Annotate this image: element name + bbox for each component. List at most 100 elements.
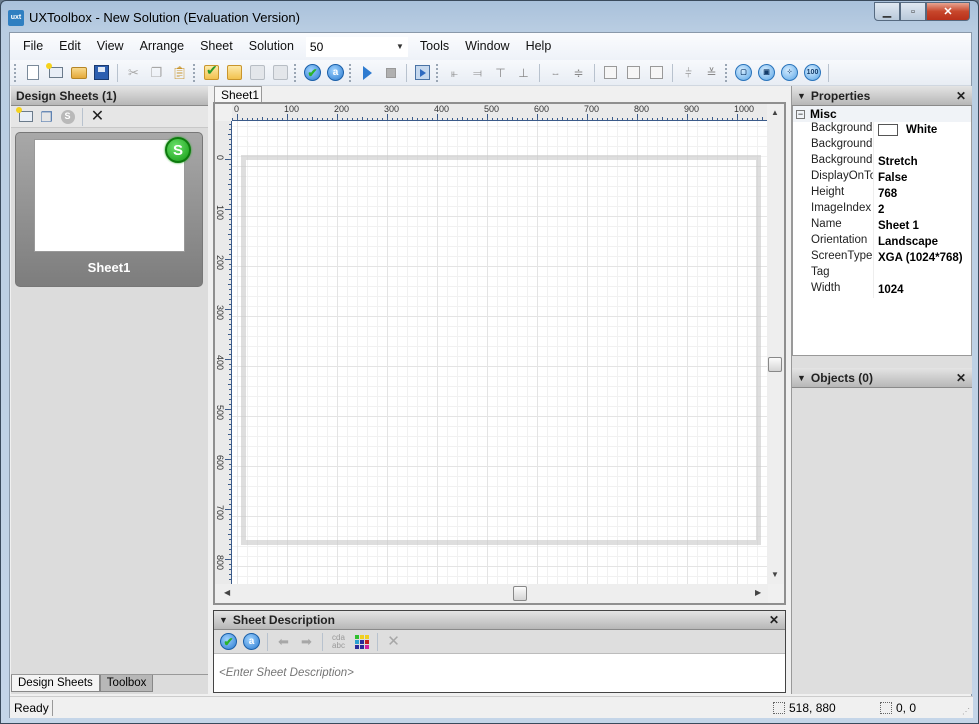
validate-button[interactable] xyxy=(303,63,323,83)
fit-page-button[interactable]: ▢ xyxy=(734,63,754,83)
preview-button[interactable] xyxy=(413,63,433,83)
horizontal-scroll-thumb[interactable] xyxy=(513,586,527,601)
scroll-down-icon[interactable]: ▼ xyxy=(771,570,779,579)
desc-validate-button[interactable] xyxy=(219,632,239,652)
new-sheet-button[interactable] xyxy=(15,107,35,126)
delete-sheet-button[interactable]: ✕ xyxy=(89,108,107,126)
property-value[interactable]: Landscape xyxy=(874,234,938,250)
sheet-blank-button[interactable] xyxy=(225,63,245,83)
property-value[interactable] xyxy=(874,138,878,154)
duplicate-sheet-button[interactable]: ❐ xyxy=(38,108,56,126)
property-value[interactable]: XGA (1024*768) xyxy=(874,250,963,266)
property-value[interactable]: 2 xyxy=(874,202,884,218)
property-row[interactable]: Orientation Landscape xyxy=(793,234,971,250)
property-row[interactable]: BackgroundIı xyxy=(793,138,971,154)
align-bottom-button[interactable]: ⊥ xyxy=(514,63,534,83)
scroll-left-icon[interactable]: ◀ xyxy=(224,588,230,597)
space-horizontal-button[interactable]: ⫩ xyxy=(679,63,699,83)
copy-button[interactable]: ❐ xyxy=(147,63,167,83)
scroll-up-icon[interactable]: ▲ xyxy=(771,108,779,117)
property-value[interactable]: 1024 xyxy=(874,282,904,298)
property-value[interactable]: White xyxy=(874,122,937,138)
center-vertical-button[interactable]: ≑ xyxy=(569,63,589,83)
align-left-button[interactable]: ⫦ xyxy=(445,63,465,83)
sheet-forward-button[interactable] xyxy=(271,63,291,83)
menu-sheet[interactable]: Sheet xyxy=(192,33,241,60)
align-top-button[interactable]: ⊤ xyxy=(491,63,511,83)
close-panel-icon[interactable]: ✕ xyxy=(769,613,779,627)
desc-delete-button[interactable]: ✕ xyxy=(384,632,404,652)
menu-edit[interactable]: Edit xyxy=(51,33,89,60)
horizontal-scrollbar[interactable]: ◀ ▶ xyxy=(215,584,768,603)
desc-annotate-button[interactable]: a xyxy=(242,632,262,652)
collapse-arrow-icon[interactable]: ▼ xyxy=(797,91,806,101)
property-row[interactable]: BackgroundL Stretch xyxy=(793,154,971,170)
property-row[interactable]: ImageIndex 2 xyxy=(793,202,971,218)
minimize-button[interactable]: ▁ xyxy=(874,2,900,21)
color-palette-button[interactable] xyxy=(352,632,372,652)
menu-solution[interactable]: Solution xyxy=(241,33,302,60)
property-value[interactable]: Stretch xyxy=(874,154,918,170)
new-sheet-button[interactable] xyxy=(45,63,66,83)
maximize-button[interactable]: ▫ xyxy=(900,2,926,21)
property-value[interactable]: False xyxy=(874,170,907,186)
menu-view[interactable]: View xyxy=(89,33,132,60)
chevron-down-icon[interactable]: ▼ xyxy=(396,42,404,51)
run-button[interactable] xyxy=(358,63,378,83)
zoom-100-button[interactable]: 100 xyxy=(803,63,823,83)
menu-file[interactable]: File xyxy=(15,33,51,60)
space-vertical-button[interactable]: ≚ xyxy=(702,63,722,83)
zoom-region-button[interactable]: ▣ xyxy=(757,63,777,83)
property-value[interactable]: 768 xyxy=(874,186,897,202)
tab-design-sheets[interactable]: Design Sheets xyxy=(11,675,100,692)
menu-window[interactable]: Window xyxy=(457,33,517,60)
close-panel-icon[interactable]: ✕ xyxy=(956,371,966,385)
property-row[interactable]: Width 1024 xyxy=(793,282,971,298)
property-row[interactable]: Name Sheet 1 xyxy=(793,218,971,234)
same-width-button[interactable] xyxy=(624,63,644,83)
close-button[interactable]: ✕ xyxy=(926,2,970,21)
spell-check-button[interactable]: cda abc xyxy=(329,632,349,652)
design-canvas[interactable] xyxy=(232,121,768,584)
property-row[interactable]: BackgroundC White xyxy=(793,122,971,138)
property-row[interactable]: ScreenType XGA (1024*768) xyxy=(793,250,971,266)
title-bar[interactable]: uxt UXToolbox - New Solution (Evaluation… xyxy=(1,1,978,33)
vertical-scroll-thumb[interactable] xyxy=(768,357,782,372)
property-row[interactable]: DisplayOnTo False xyxy=(793,170,971,186)
menu-help[interactable]: Help xyxy=(518,33,560,60)
stop-button[interactable] xyxy=(381,63,401,83)
open-button[interactable] xyxy=(69,63,89,83)
collapse-minus-icon[interactable]: − xyxy=(796,109,805,119)
annotate-button[interactable]: a xyxy=(326,63,346,83)
center-horizontal-button[interactable]: ⧿ xyxy=(546,63,566,83)
sheet-back-button[interactable] xyxy=(248,63,268,83)
sheet-checked-button[interactable] xyxy=(202,63,222,83)
align-right-button[interactable]: ⫤ xyxy=(468,63,488,83)
menu-tools[interactable]: Tools xyxy=(412,33,457,60)
close-panel-icon[interactable]: ✕ xyxy=(956,89,966,103)
property-row[interactable]: Height 768 xyxy=(793,186,971,202)
property-row[interactable]: Tag xyxy=(793,266,971,282)
menu-arrange[interactable]: Arrange xyxy=(132,33,192,60)
scroll-right-icon[interactable]: ▶ xyxy=(755,588,761,597)
save-button[interactable] xyxy=(92,63,112,83)
tab-sheet1[interactable]: Sheet1 xyxy=(214,86,262,103)
desc-back-button[interactable]: ⬅ xyxy=(274,632,294,652)
property-category[interactable]: − Misc xyxy=(793,106,971,122)
zoom-fit-button[interactable]: ⁘ xyxy=(780,63,800,83)
same-size-button[interactable] xyxy=(601,63,621,83)
desc-forward-button[interactable]: ➡ xyxy=(297,632,317,652)
property-value[interactable] xyxy=(874,266,878,282)
collapse-arrow-icon[interactable]: ▼ xyxy=(219,615,228,625)
resize-grip-icon[interactable]: ⋰ xyxy=(962,707,970,716)
start-sheet-button[interactable]: S xyxy=(59,108,77,126)
paste-button[interactable]: 📋︎ xyxy=(170,63,190,83)
new-document-button[interactable] xyxy=(23,63,43,83)
vertical-scrollbar[interactable]: ▲ ▼ xyxy=(767,104,784,584)
tab-toolbox[interactable]: Toolbox xyxy=(99,675,154,692)
property-value[interactable]: Sheet 1 xyxy=(874,218,919,234)
collapse-arrow-icon[interactable]: ▼ xyxy=(797,373,806,383)
zoom-combo[interactable]: 50 ▼ xyxy=(305,36,408,57)
cut-button[interactable]: ✂ xyxy=(124,63,144,83)
toolbar-grip[interactable] xyxy=(14,63,17,82)
